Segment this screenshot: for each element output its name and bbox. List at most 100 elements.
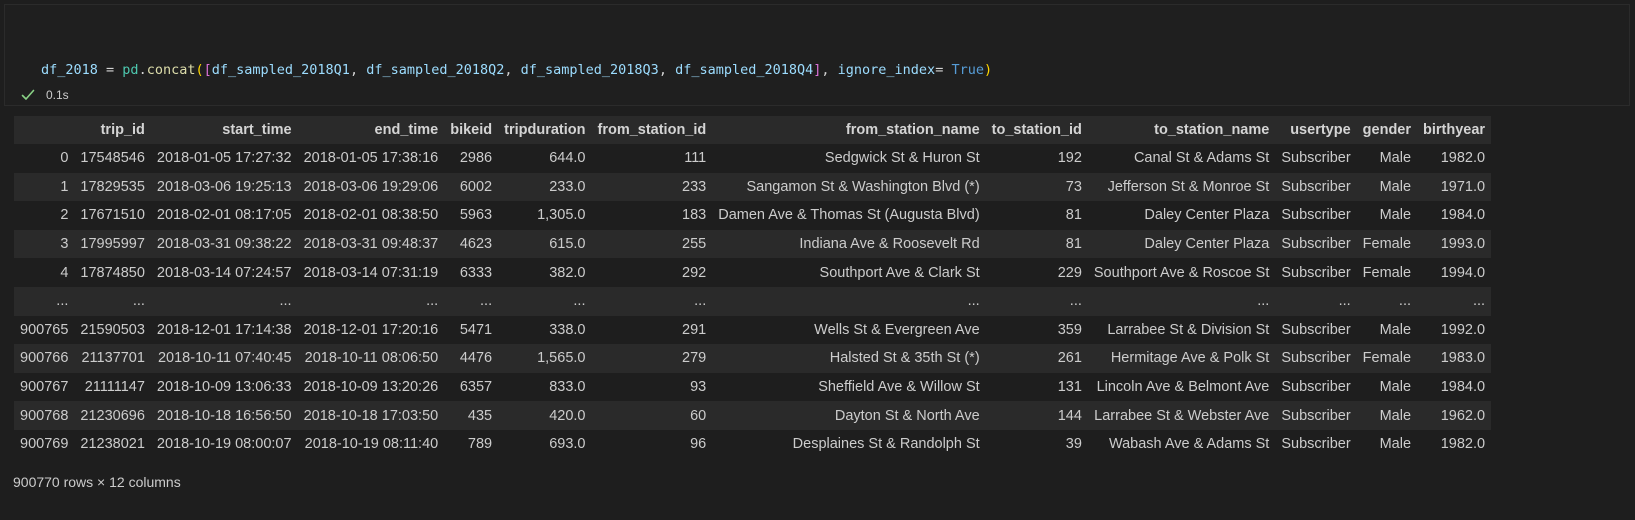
column-header: to_station_id	[991, 122, 1082, 138]
table-cell: 1971.0	[1440, 178, 1486, 195]
dataframe-table: trip_id start_time end_time bikeid tripdurat…	[14, 116, 1492, 459]
table-cell: ...	[1257, 293, 1270, 310]
table-cell: ...	[426, 293, 439, 310]
table-cell: ...	[1472, 293, 1486, 310]
table-cell: Daley Center Plaza	[1144, 207, 1270, 224]
table-cell: Southport Ave & Clark St	[819, 264, 980, 281]
index-column-header	[14, 116, 74, 144]
table-cell: Sangamon St & Washington Blvd (*)	[746, 178, 980, 195]
table-cell: 21590503	[80, 321, 145, 338]
code-token-paren-close: )	[983, 62, 993, 78]
code-token-comma: ,	[821, 62, 838, 78]
row-index-cell: ...	[56, 293, 69, 310]
table-cell: 5471	[459, 321, 493, 338]
table-cell: 2986	[459, 150, 493, 167]
table-cell: Male	[1379, 150, 1412, 167]
table-cell: 2018-10-11 08:06:50	[304, 350, 439, 367]
table-row: 900767 21111147 2018-10-09 13:06:33 2018-10…	[14, 372, 1492, 402]
table-cell: 420.0	[549, 407, 586, 424]
table-cell: 1994.0	[1440, 264, 1486, 281]
table-row: 1 17829535 2018-03-06 19:25:13 2018-03-06 1…	[14, 172, 1492, 202]
table-cell: 255	[682, 236, 707, 253]
table-cell: 292	[682, 264, 707, 281]
table-cell: 615.0	[549, 236, 586, 253]
table-cell: Canal St & Adams St	[1133, 150, 1270, 167]
column-header: bikeid	[450, 122, 493, 138]
table-cell: 17548546	[80, 150, 145, 167]
column-header: to_station_name	[1154, 122, 1270, 138]
table-cell: Damen Ave & Thomas St (Augusta Blvd)	[718, 207, 980, 224]
table-cell: ...	[132, 293, 145, 310]
cell-output: trip_id start_time end_time bikeid tripdurat…	[14, 116, 1492, 459]
table-cell: Halsted St & 35th St (*)	[829, 350, 980, 367]
code-token-comma: ,	[658, 62, 676, 78]
table-cell: 192	[1057, 150, 1082, 167]
table-cell: 2018-03-06 19:29:06	[303, 178, 439, 195]
table-cell: 2018-10-11 07:40:45	[157, 350, 292, 367]
table-cell: 382.0	[549, 264, 586, 281]
table-cell: 1992.0	[1440, 321, 1486, 338]
table-row: .......................................	[14, 286, 1492, 316]
table-cell: Subscriber	[1281, 178, 1351, 195]
column-header: from_station_name	[845, 122, 980, 138]
code-cell[interactable]: df_2018 = pd.concat([df_sampled_2018Q1, …	[4, 4, 1630, 202]
success-check-icon	[21, 89, 35, 100]
code-token-q2: df_sampled_2018Q2	[366, 62, 505, 78]
code-token-pd: pd	[122, 62, 139, 78]
table-cell: Subscriber	[1281, 150, 1351, 167]
table-cell: 291	[682, 321, 707, 338]
code-token-dot: .	[138, 62, 147, 78]
table-cell: 2018-02-01 08:17:05	[156, 207, 292, 224]
table-cell: Daley Center Plaza	[1144, 236, 1270, 253]
table-cell: 2018-02-01 08:38:50	[303, 207, 439, 224]
table-cell: 833.0	[549, 379, 586, 396]
row-index-cell: 900766	[20, 350, 69, 367]
row-index-cell: 0	[60, 150, 69, 167]
table-cell: Desplaines St & Randolph St	[792, 436, 980, 453]
column-header: tripduration	[504, 122, 586, 138]
table-cell: Subscriber	[1281, 321, 1351, 338]
table-row: 900766 21137701 2018-10-11 07:40:45 2018-10…	[14, 344, 1492, 373]
table-cell: 6002	[459, 178, 493, 195]
code-token-assign-kw: =	[935, 62, 952, 78]
table-cell: 81	[1065, 207, 1082, 224]
code-line-1: df_2018 = pd.concat([df_sampled_2018Q1, …	[41, 60, 992, 82]
table-row: 900768 21230696 2018-10-18 16:56:50 2018-10…	[14, 401, 1492, 430]
execution-time: 0.1s	[46, 88, 69, 102]
code-token-true: True	[951, 62, 984, 78]
table-cell: 1,565.0	[537, 350, 586, 367]
table-cell: Male	[1379, 207, 1412, 224]
table-cell: Female	[1362, 236, 1412, 253]
table-cell: 2018-03-14 07:31:19	[303, 264, 439, 281]
table-cell: Subscriber	[1281, 264, 1351, 281]
column-header: gender	[1362, 122, 1412, 138]
table-cell: 359	[1057, 321, 1082, 338]
table-row: 0 17548546 2018-01-05 17:27:32 2018-01-05 1…	[14, 144, 1492, 173]
table-cell: 644.0	[549, 150, 586, 167]
table-cell: 17995997	[80, 236, 145, 253]
table-cell: 1,305.0	[537, 207, 586, 224]
code-token-paren-open: (	[195, 62, 204, 78]
table-cell: 17671510	[80, 207, 145, 224]
table-cell: Hermitage Ave & Polk St	[1110, 350, 1270, 367]
table-cell: 261	[1057, 350, 1082, 367]
table-cell: Female	[1362, 350, 1412, 367]
table-cell: 21238021	[80, 436, 145, 453]
table-cell: ...	[279, 293, 292, 310]
row-index-cell: 900768	[20, 407, 69, 424]
table-cell: 39	[1065, 436, 1082, 453]
table-cell: Subscriber	[1281, 379, 1351, 396]
table-cell: 5963	[459, 207, 493, 224]
table-cell: Male	[1379, 379, 1412, 396]
table-cell: Dayton St & North Ave	[834, 407, 980, 424]
code-token-assign: =	[97, 62, 123, 78]
table-cell: 2018-10-18 16:56:50	[156, 407, 292, 424]
table-cell: 21230696	[80, 407, 145, 424]
code-token-comma: ,	[504, 62, 521, 78]
table-cell: Jefferson St & Monroe St	[1107, 178, 1270, 195]
table-cell: 229	[1057, 264, 1082, 281]
table-cell: 6333	[459, 264, 493, 281]
table-cell: ...	[1338, 293, 1351, 310]
table-cell: ...	[1398, 293, 1412, 310]
table-cell: 2018-10-09 13:06:33	[156, 379, 292, 396]
